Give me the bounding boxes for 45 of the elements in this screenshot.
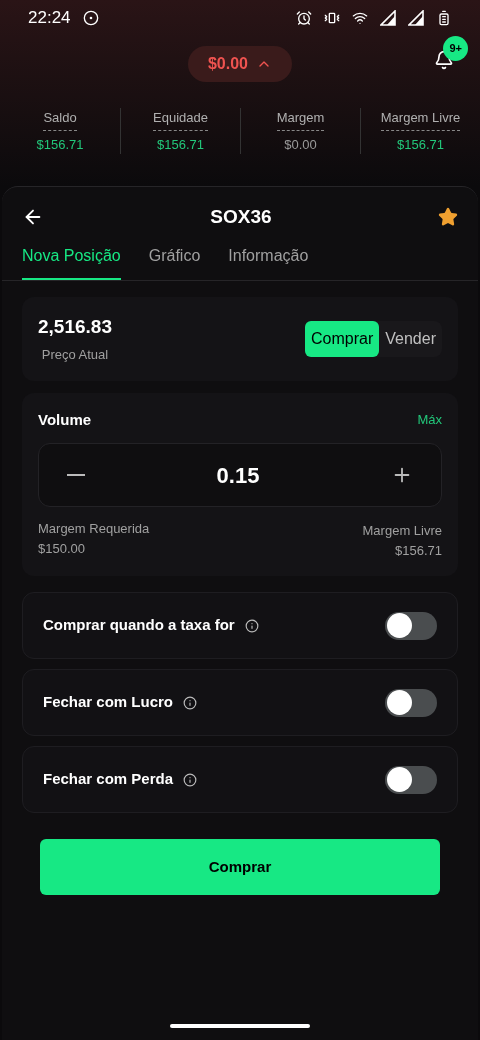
tab[interactable]: Informação — [228, 243, 309, 280]
free-margin-label: Margem Livre — [362, 522, 442, 540]
stat-label: Equidade — [153, 108, 208, 131]
option-switch[interactable] — [385, 611, 437, 640]
signal-icon — [380, 10, 396, 26]
option-label: Fechar com Perda — [43, 769, 174, 790]
max-link[interactable]: Máx — [417, 410, 442, 430]
alarm-icon — [296, 10, 312, 26]
volume-value[interactable]: 0.15 — [216, 458, 260, 492]
info-icon[interactable] — [244, 618, 259, 633]
stat-label: Saldo — [43, 108, 77, 131]
stat-value: $156.71 — [397, 135, 444, 154]
tab[interactable]: Nova Posição — [22, 243, 121, 280]
info-icon[interactable] — [183, 695, 198, 710]
stat-value: $0.00 — [284, 135, 317, 154]
option-switch[interactable] — [385, 688, 437, 717]
notification-badge: 9+ — [443, 36, 468, 61]
required-margin-label: Margem Requerida — [38, 520, 150, 538]
side-option[interactable]: Vender — [379, 320, 442, 357]
wifi-icon — [352, 10, 368, 26]
stat-value: $156.71 — [157, 135, 204, 154]
stat-label: Margem Livre — [380, 108, 461, 131]
battery-icon — [436, 10, 452, 26]
vibrate-icon — [324, 10, 340, 26]
free-margin-value: $156.71 — [395, 541, 442, 560]
option-label: Fechar com Lucro — [43, 692, 174, 713]
clock-time: 22:24 — [28, 7, 71, 30]
submit-button[interactable]: Comprar — [40, 839, 440, 895]
minus-icon — [67, 474, 85, 476]
info-icon[interactable] — [183, 772, 198, 787]
price-value: 2,516.83 — [38, 314, 112, 339]
favorite-star-icon[interactable] — [438, 207, 458, 228]
volume-label: Volume — [38, 409, 92, 430]
stat-label: Margem — [276, 108, 325, 131]
side-option[interactable]: Comprar — [305, 320, 380, 357]
instrument-title: SOX36 — [210, 205, 272, 229]
tab[interactable]: Gráfico — [148, 243, 201, 280]
pnl-button[interactable]: $0.00 — [187, 46, 292, 82]
stat-value: $156.71 — [36, 135, 84, 154]
option-switch[interactable] — [385, 765, 437, 794]
option-label: Comprar quando a taxa for — [43, 615, 235, 636]
record-icon — [82, 10, 99, 26]
signal-icon — [408, 10, 424, 26]
required-margin-value: $150.00 — [38, 539, 86, 558]
price-caption: Preço Atual — [41, 346, 109, 364]
